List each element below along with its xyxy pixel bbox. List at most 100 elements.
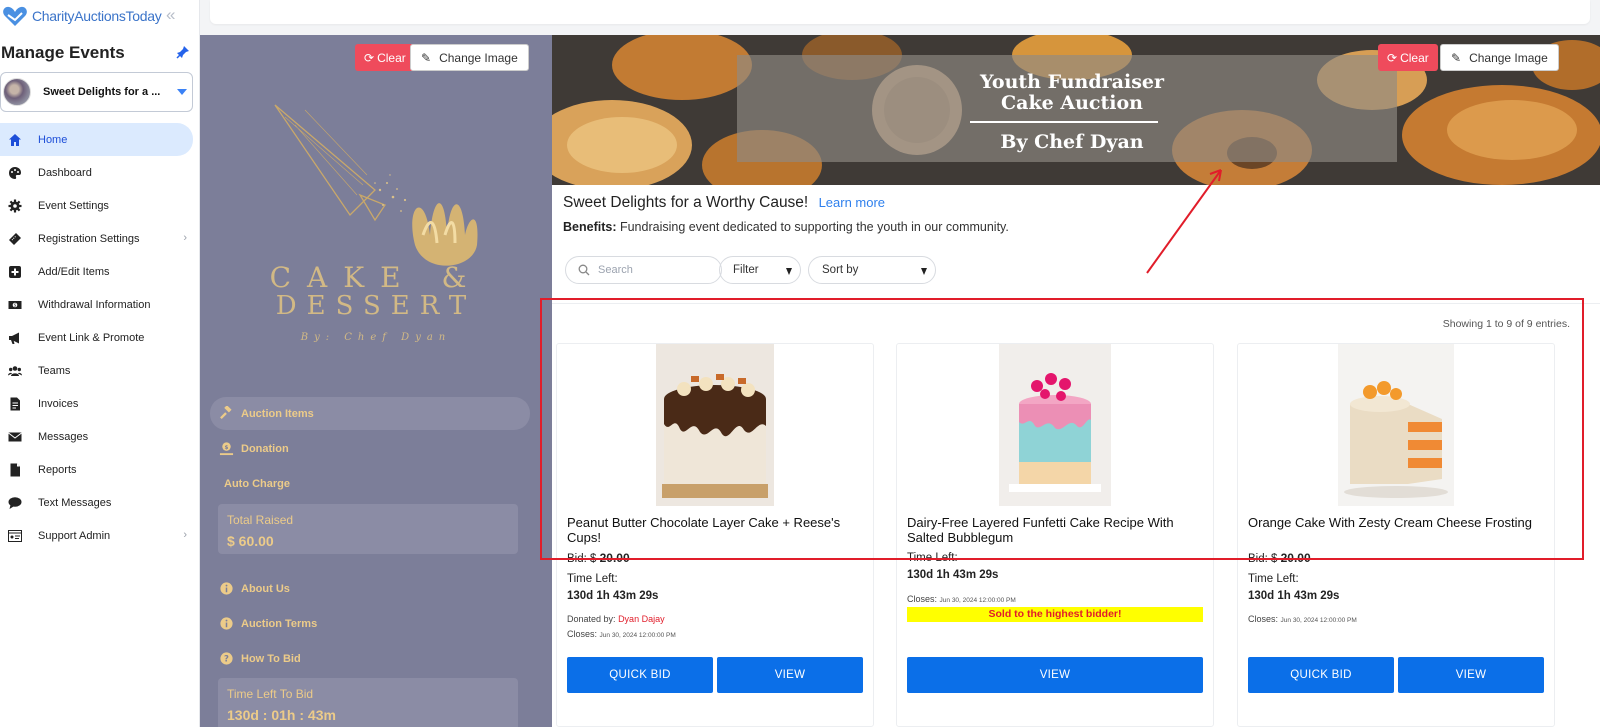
info-icon (218, 581, 234, 597)
closes-label: Closes: (907, 594, 938, 604)
view-button[interactable]: VIEW (1398, 657, 1544, 693)
sidebar-nav: Home Dashboard Event Settings Registrati… (0, 123, 193, 552)
chocolate-cake-image (656, 344, 774, 506)
item-title[interactable]: Peanut Butter Chocolate Layer Cake + Ree… (567, 515, 867, 545)
item-image[interactable] (999, 344, 1111, 506)
item-image[interactable] (656, 344, 774, 506)
sidebar-item-support-admin[interactable]: Support Admin › (0, 519, 193, 552)
sidebar-item-label: Event Settings (38, 199, 109, 212)
change-image-label: Change Image (439, 50, 518, 65)
clear-banner-button[interactable]: ⟳ Clear (1378, 44, 1438, 71)
sidebar-item-withdrawal-information[interactable]: $ Withdrawal Information (0, 288, 193, 321)
panel-menu-auto-charge[interactable]: Auto Charge (210, 467, 530, 500)
sidebar-item-label: Text Messages (38, 496, 112, 509)
sidebar-item-dashboard[interactable]: Dashboard (0, 156, 193, 189)
sidebar-item-reports[interactable]: Reports (0, 453, 193, 486)
logo-text-line2: DESSERT (275, 291, 477, 321)
home-icon (8, 133, 22, 147)
panel-menu-label: Auction Items (241, 407, 314, 420)
panel-menu-auction-terms[interactable]: Auction Terms (210, 607, 530, 640)
entries-count: Showing 1 to 9 of 9 entries. (1442, 318, 1570, 330)
quick-bid-button[interactable]: QUICK BID (1248, 657, 1394, 693)
sidebar-item-event-link-promote[interactable]: Event Link & Promote (0, 321, 193, 354)
panel-menu-donation[interactable]: $ Donation (210, 432, 530, 465)
closes-value: Jun 30, 2024 12:00:00 PM (1280, 617, 1357, 624)
panel-menu-auction-items[interactable]: Auction Items (210, 397, 530, 430)
sidebar-item-event-settings[interactable]: Event Settings (0, 189, 193, 222)
search-input[interactable] (598, 264, 708, 276)
filter-dropdown[interactable]: Filter (719, 256, 801, 284)
refresh-icon: ⟳ (364, 50, 375, 65)
refresh-icon: ⟳ (1387, 50, 1398, 65)
sidebar-item-text-messages[interactable]: Text Messages (0, 486, 193, 519)
sidebar-item-label: Teams (38, 364, 71, 377)
closes-label: Closes: (567, 629, 598, 639)
banner-title-line2: Cake Auction (1001, 92, 1143, 114)
time-left-value: 130d 1h 43m 29s (1248, 590, 1340, 602)
sidebar-item-add-edit-items[interactable]: Add/Edit Items (0, 255, 193, 288)
divider (552, 303, 1600, 304)
logo-text-line1: CAKE & (269, 261, 483, 294)
chevron-right-icon: › (183, 232, 187, 244)
event-select[interactable]: Sweet Delights for a ... (0, 72, 193, 112)
item-title[interactable]: Dairy-Free Layered Funfetti Cake Recipe … (907, 515, 1207, 545)
sidebar-item-registration-settings[interactable]: Registration Settings › (0, 222, 193, 255)
sidebar-item-label: Withdrawal Information (38, 298, 151, 311)
banner-title-line1: Youth Fundraiser (979, 71, 1164, 93)
sort-dropdown[interactable]: Sort by (808, 256, 936, 284)
sidebar-item-label: Invoices (38, 397, 79, 410)
sidebar-title: Manage Events (1, 43, 125, 62)
closes: Closes: Jun 30, 2024 12:00:00 PM (567, 629, 676, 639)
time-left-value: 130d 1h 43m 29s (907, 569, 999, 581)
gavel-icon (218, 406, 234, 422)
collapse-sidebar-icon[interactable]: « (166, 5, 176, 25)
sidebar-item-teams[interactable]: Teams (0, 354, 193, 387)
event-banner: Youth Fundraiser Cake Auction By Chef Dy… (552, 35, 1600, 185)
info-icon (218, 616, 234, 632)
event-select-value: Sweet Delights for a ... (43, 86, 161, 98)
learn-more-link[interactable]: Learn more (819, 195, 885, 210)
svg-text:$: $ (14, 302, 17, 307)
search-field[interactable] (565, 256, 722, 284)
view-button[interactable]: VIEW (907, 657, 1203, 693)
time-left-label: Time Left: (907, 552, 958, 564)
funfetti-cake-image (999, 344, 1111, 506)
time-left-value: 130d 1h 43m 29s (567, 590, 659, 602)
svg-text:$: $ (224, 445, 228, 451)
panel-menu-how-to-bid[interactable]: ? How To Bid (210, 642, 530, 675)
heart-hands-logo-icon (3, 6, 27, 26)
clear-label: Clear (1400, 50, 1429, 65)
panel-menu-label: Auction Terms (241, 617, 318, 630)
bid-label: Bid: $ (1248, 553, 1278, 565)
benefits-label: Benefits: (563, 220, 617, 234)
brand[interactable]: CharityAuctionsToday (2, 4, 162, 28)
auction-item-card: Dairy-Free Layered Funfetti Cake Recipe … (896, 343, 1214, 727)
donation-icon: $ (218, 441, 234, 457)
sidebar-item-label: Messages (38, 430, 89, 443)
panel-menu-label: Donation (241, 442, 289, 455)
item-image[interactable] (1338, 344, 1454, 506)
filter-label: Filter (733, 264, 759, 276)
change-logo-button[interactable]: ✎ Change Image (410, 44, 529, 71)
sidebar-item-invoices[interactable]: Invoices (0, 387, 193, 420)
closes-value: Jun 30, 2024 12:00:00 PM (939, 597, 1016, 604)
change-image-label: Change Image (1469, 50, 1548, 65)
total-raised-value: $ 60.00 (227, 533, 274, 549)
event-sidebar-panel: ⟳ Clear ✎ Change Image CAKE & DESSERT By… (200, 35, 552, 727)
chat-icon (8, 496, 22, 510)
clear-logo-button[interactable]: ⟳ Clear (355, 44, 415, 71)
sidebar-item-messages[interactable]: Messages (0, 420, 193, 453)
item-title[interactable]: Orange Cake With Zesty Cream Cheese Fros… (1248, 515, 1548, 530)
pin-icon[interactable] (176, 45, 190, 59)
quick-bid-button[interactable]: QUICK BID (567, 657, 713, 693)
view-button[interactable]: VIEW (717, 657, 863, 693)
panel-menu-label: About Us (241, 582, 290, 595)
panel-menu-about-us[interactable]: About Us (210, 572, 530, 605)
change-banner-button[interactable]: ✎ Change Image (1440, 44, 1559, 71)
sidebar-item-home[interactable]: Home (0, 123, 193, 156)
caret-down-icon (177, 89, 187, 95)
gear-icon (8, 199, 22, 213)
sold-badge: Sold to the highest bidder! (907, 607, 1203, 622)
question-icon: ? (218, 651, 234, 667)
time-left-label: Time Left: (1248, 573, 1299, 585)
